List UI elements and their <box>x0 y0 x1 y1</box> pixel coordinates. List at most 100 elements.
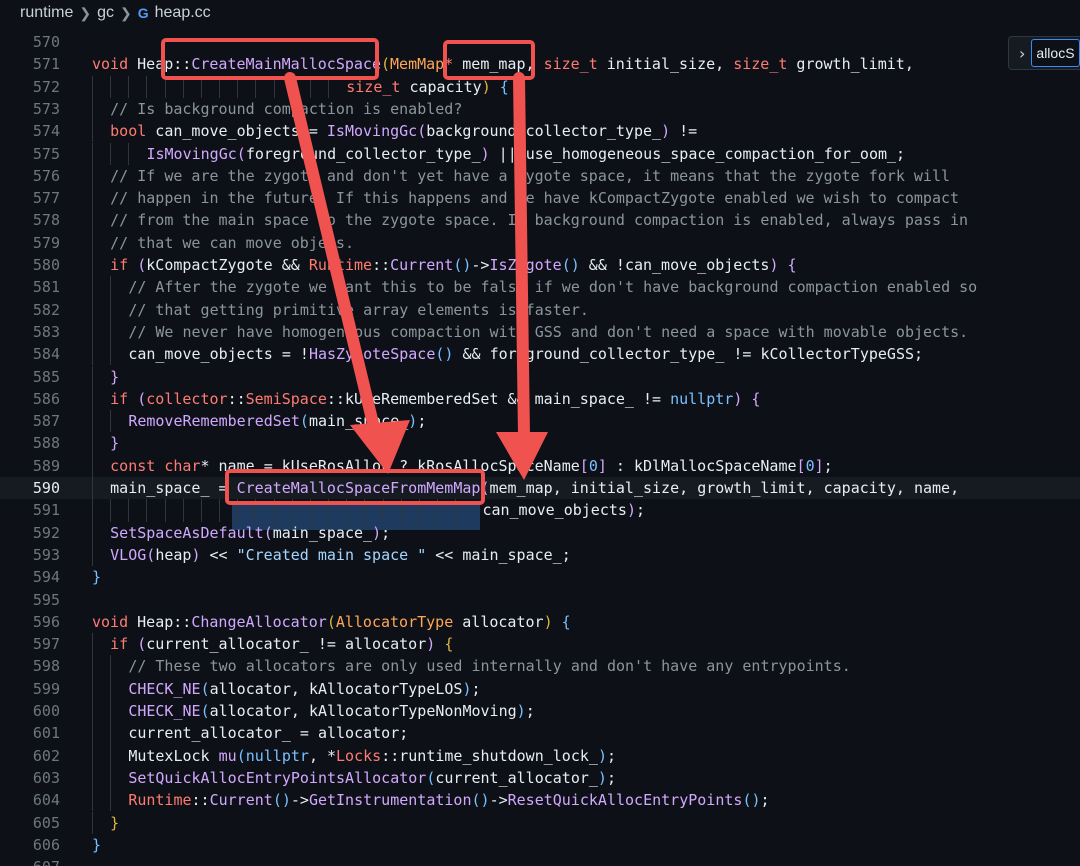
line-number[interactable]: 588 <box>0 432 60 454</box>
code-line[interactable]: 574 bool can_move_objects = IsMovingGc(ba… <box>0 120 1080 143</box>
code-line[interactable]: 576 // If we are the zygote and don't yet… <box>0 164 1080 188</box>
code-line[interactable]: 573 // Is background compaction is enable… <box>0 97 1080 121</box>
code-line[interactable]: 600 CHECK_NE(allocator, kAllocatorTypeNon… <box>0 700 1080 723</box>
line-number[interactable]: 583 <box>0 321 60 343</box>
code-token: kUseRememberedSet <box>344 389 508 408</box>
code-editor[interactable]: 570 571 void Heap::CreateMainMallocSpace(M… <box>0 30 1080 866</box>
line-number[interactable]: 584 <box>0 343 60 365</box>
breadcrumb-item-heap-cc[interactable]: heap.cc <box>155 4 211 22</box>
code-line[interactable]: 603 SetQuickAllocEntryPointsAllocator(cur… <box>0 766 1080 790</box>
line-number[interactable]: 576 <box>0 165 60 187</box>
code-line[interactable]: 598 // These two allocators are only used… <box>0 655 1080 678</box>
indent-guide <box>92 320 93 344</box>
code-token: ( <box>137 389 147 408</box>
code-token: MutexLock <box>128 746 219 765</box>
line-number[interactable]: 606 <box>0 834 60 856</box>
line-number[interactable]: 577 <box>0 187 60 209</box>
line-number[interactable]: 580 <box>0 254 60 276</box>
code-line[interactable]: 577 // happen in the future. If this happ… <box>0 187 1080 210</box>
code-token: use_homogeneous_space_compaction_for_oom… <box>525 144 897 163</box>
line-number[interactable]: 594 <box>0 566 60 588</box>
line-number[interactable]: 604 <box>0 789 60 811</box>
line-number[interactable]: 591 <box>0 499 60 521</box>
line-number[interactable]: 586 <box>0 388 60 410</box>
code-line[interactable]: 571 void Heap::CreateMainMallocSpace(MemM… <box>0 53 1080 75</box>
code-line[interactable]: 602 MutexLock mu(nullptr, *Locks::runtime… <box>0 744 1080 767</box>
code-line[interactable]: 607 <box>0 856 1080 866</box>
code-token: ; <box>823 456 833 475</box>
line-number[interactable]: 598 <box>0 655 60 677</box>
line-number[interactable]: 600 <box>0 700 60 722</box>
line-number[interactable]: 589 <box>0 455 60 477</box>
code-token: ; <box>399 724 409 743</box>
line-number[interactable]: 596 <box>0 611 60 633</box>
line-number[interactable]: 603 <box>0 767 60 789</box>
code-line[interactable]: 589 const char* name = kUseRosAlloc ? kRo… <box>0 454 1080 477</box>
line-number[interactable]: 601 <box>0 722 60 744</box>
line-number[interactable]: 570 <box>0 31 60 53</box>
line-number[interactable]: 593 <box>0 544 60 566</box>
code-line[interactable]: 590 main_space_ = CreateMallocSpaceFromMe… <box>0 477 1080 500</box>
line-number[interactable]: 592 <box>0 522 60 544</box>
code-line[interactable]: 601 current_allocator_ = allocator; <box>0 722 1080 745</box>
code-token: * <box>200 456 219 475</box>
line-number[interactable]: 595 <box>0 589 60 611</box>
line-number[interactable]: 587 <box>0 410 60 432</box>
code-line[interactable]: 605} <box>0 811 1080 834</box>
indent-guide <box>110 655 112 678</box>
code-line[interactable]: 596 void Heap::ChangeAllocator(AllocatorT… <box>0 611 1080 633</box>
cpp-file-icon: G <box>137 5 149 21</box>
code-line[interactable]: 593 VLOG(heap) << "Created main space " <… <box>0 543 1080 567</box>
line-number[interactable]: 607 <box>0 856 60 866</box>
find-widget[interactable]: › allocS <box>1008 36 1080 70</box>
code-line[interactable]: 595 <box>0 589 1080 611</box>
code-line[interactable]: 594} <box>0 566 1080 588</box>
line-number[interactable]: 573 <box>0 98 60 120</box>
line-number[interactable]: 572 <box>0 76 60 98</box>
breadcrumb-item-runtime[interactable]: runtime <box>20 4 73 22</box>
code-line[interactable]: 578 // from the main space to the zygote … <box>0 209 1080 232</box>
line-number[interactable]: 578 <box>0 209 60 231</box>
line-number[interactable]: 599 <box>0 678 60 700</box>
line-number[interactable]: 590 <box>0 477 60 499</box>
find-input[interactable]: allocS <box>1031 39 1080 67</box>
code-token: Current <box>209 791 273 810</box>
line-number[interactable]: 597 <box>0 633 60 655</box>
line-number[interactable]: 581 <box>0 276 60 298</box>
code-line[interactable]: 604 Runtime::Current()->GetInstrumentatio… <box>0 789 1080 812</box>
code-line[interactable]: 583 // We never have homogeneous compacti… <box>0 320 1080 344</box>
code-line[interactable]: 586 if (collector::SemiSpace::kUseRemembe… <box>0 387 1080 411</box>
line-number[interactable]: 571 <box>0 53 60 75</box>
code-line[interactable]: 572 size_t capacity) { <box>0 75 1080 98</box>
code-line[interactable]: 581 // After the zygote we want this to b… <box>0 276 1080 299</box>
code-line[interactable]: 580 if (kCompactZygote && Runtime::Curren… <box>0 254 1080 277</box>
indent-guide <box>146 75 148 98</box>
code-line[interactable]: 575 IsMovingGc(foreground_collector_type_… <box>0 142 1080 165</box>
line-number[interactable]: 602 <box>0 745 60 767</box>
code-line[interactable]: 591 can_move_objects); <box>0 499 1080 522</box>
code-line[interactable]: 579 // that we can move objets. <box>0 231 1080 254</box>
code-line[interactable]: 599 CHECK_NE(allocator, kAllocatorTypeLOS… <box>0 677 1080 700</box>
line-number[interactable]: 582 <box>0 299 60 321</box>
code-line[interactable]: 597 if (current_allocator_ != allocator) … <box>0 633 1080 656</box>
code-line[interactable]: 606} <box>0 834 1080 856</box>
code-line[interactable]: 588} <box>0 432 1080 455</box>
code-token: ; <box>635 501 645 520</box>
code-line[interactable]: 584 can_move_objects = !HasZygoteSpace() … <box>0 343 1080 366</box>
code-token: } <box>92 568 102 587</box>
indent-guide <box>92 454 93 477</box>
line-number[interactable]: 574 <box>0 120 60 142</box>
chevron-right-icon[interactable]: › <box>1019 44 1025 63</box>
code-line[interactable]: 592 SetSpaceAsDefault(main_space_); <box>0 521 1080 544</box>
line-number[interactable]: 605 <box>0 812 60 834</box>
code-line[interactable]: 570 <box>0 31 1080 53</box>
breadcrumb-item-gc[interactable]: gc <box>97 4 114 22</box>
code-line[interactable]: 582 // that getting primitive array eleme… <box>0 298 1080 321</box>
line-number[interactable]: 579 <box>0 232 60 254</box>
code-line[interactable]: 587 RemoveRememberedSet(main_space_); <box>0 410 1080 433</box>
code-token: ; <box>471 679 481 698</box>
line-number[interactable]: 575 <box>0 143 60 165</box>
code-line[interactable]: 585} <box>0 365 1080 388</box>
line-number[interactable]: 585 <box>0 366 60 388</box>
